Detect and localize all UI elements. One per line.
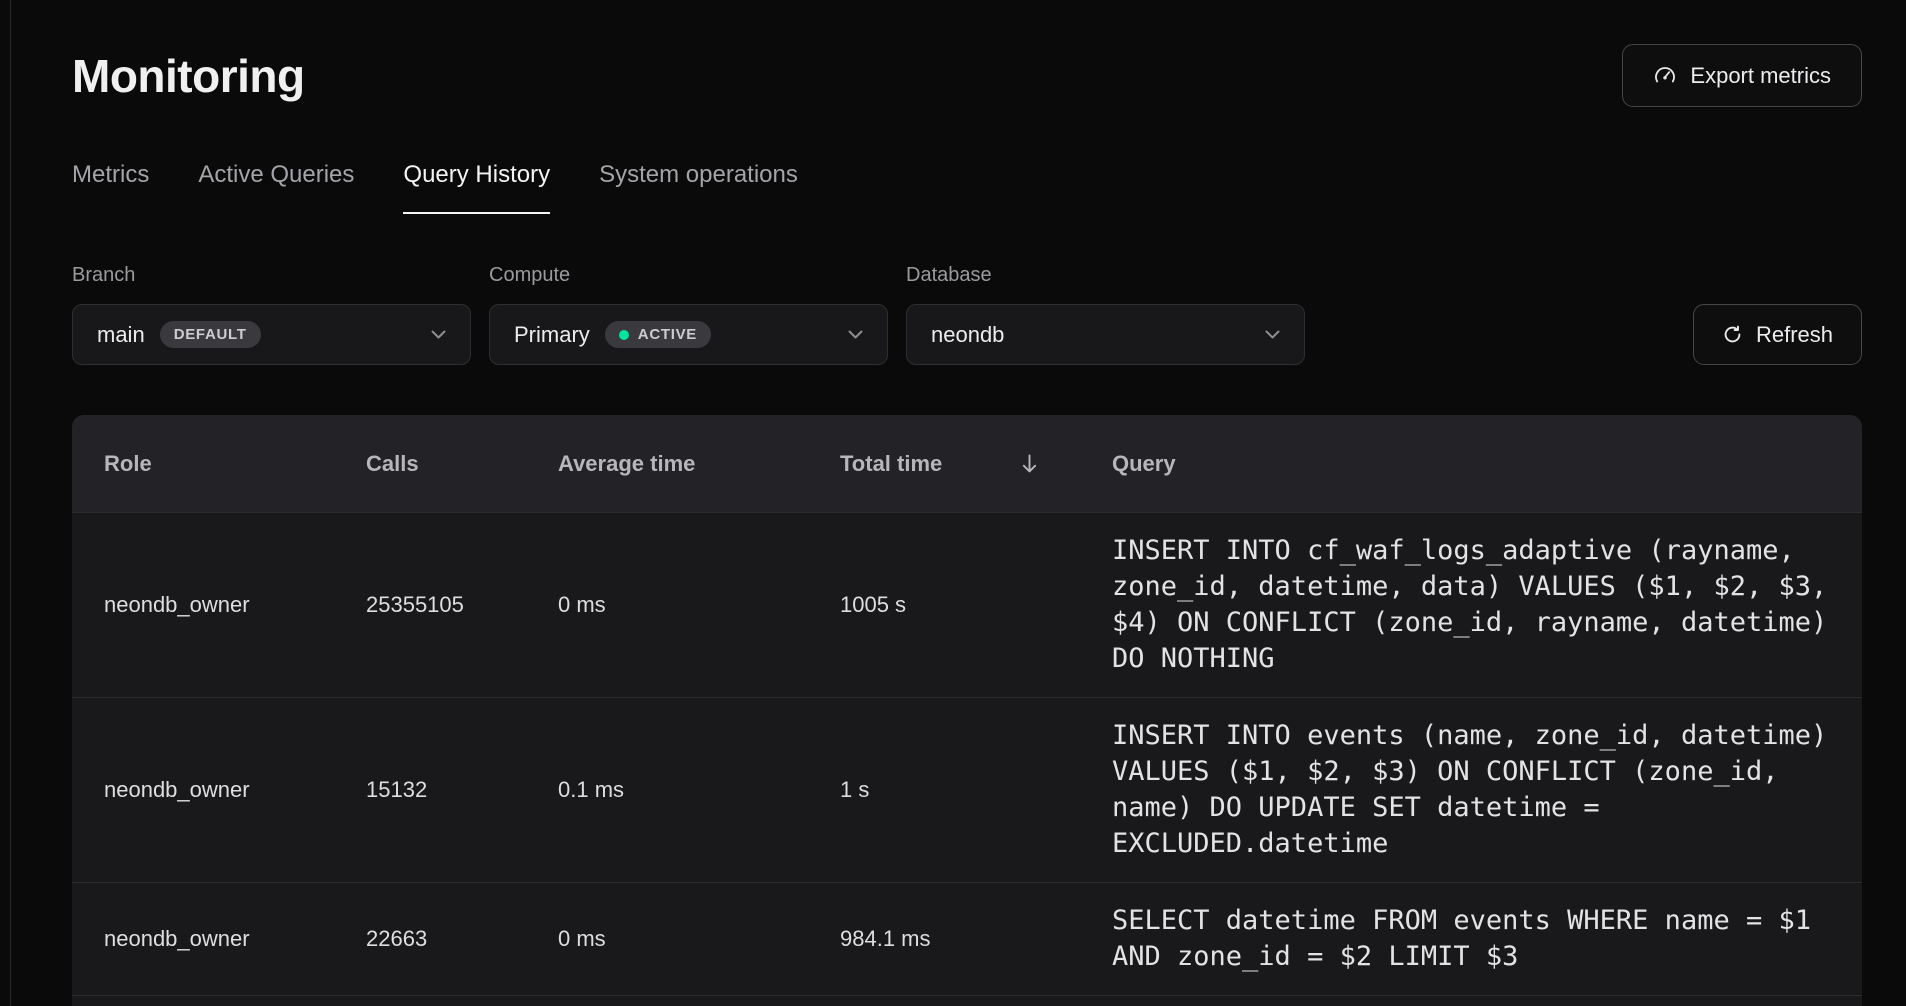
tab-system-operations[interactable]: System operations (599, 161, 798, 214)
cell-calls: 22663 (366, 926, 558, 952)
tab-query-history[interactable]: Query History (403, 161, 550, 214)
table-body: neondb_owner 25355105 0 ms 1005 s INSERT… (72, 512, 1862, 995)
table-header-row: Role Calls Average time Total time Query (72, 415, 1862, 512)
table-row[interactable]: neondb_owner 15132 0.1 ms 1 s INSERT INT… (72, 697, 1862, 882)
branch-select[interactable]: main DEFAULT (72, 304, 471, 365)
export-metrics-button[interactable]: Export metrics (1622, 44, 1862, 107)
branch-label: Branch (72, 264, 471, 287)
database-filter: Database neondb (906, 264, 1305, 365)
sort-desc-icon[interactable] (1020, 453, 1039, 474)
default-badge: DEFAULT (160, 321, 261, 348)
filter-bar: Branch main DEFAULT Compute Primary (72, 264, 1862, 365)
cell-calls: 15132 (366, 777, 558, 803)
page-title: Monitoring (72, 49, 305, 103)
cell-role: neondb_owner (104, 592, 366, 618)
cell-average-time: 0.1 ms (558, 777, 840, 803)
refresh-icon (1722, 324, 1743, 345)
branch-value: main (97, 322, 145, 348)
branch-filter: Branch main DEFAULT (72, 264, 471, 365)
compute-value: Primary (514, 322, 590, 348)
gauge-icon (1653, 64, 1677, 88)
compute-filter: Compute Primary ACTIVE (489, 264, 888, 365)
compute-label: Compute (489, 264, 888, 287)
database-label: Database (906, 264, 1305, 287)
next-row-partial (72, 995, 1862, 1006)
cell-average-time: 0 ms (558, 592, 840, 618)
cell-total-time: 984.1 ms (840, 926, 1112, 952)
table-row[interactable]: neondb_owner 22663 0 ms 984.1 ms SELECT … (72, 882, 1862, 995)
query-history-table: Role Calls Average time Total time Query… (72, 415, 1862, 1006)
compute-select[interactable]: Primary ACTIVE (489, 304, 888, 365)
refresh-button[interactable]: Refresh (1693, 304, 1862, 365)
cell-query: SELECT datetime FROM events WHERE name =… (1112, 903, 1840, 975)
column-header-role[interactable]: Role (104, 451, 366, 477)
cell-role: neondb_owner (104, 926, 366, 952)
chevron-down-icon (431, 330, 446, 339)
database-select[interactable]: neondb (906, 304, 1305, 365)
active-badge: ACTIVE (605, 321, 711, 348)
cell-average-time: 0 ms (558, 926, 840, 952)
column-header-total-time[interactable]: Total time (840, 451, 1112, 477)
refresh-label: Refresh (1756, 322, 1833, 348)
column-header-query[interactable]: Query (1112, 451, 1840, 477)
cell-total-time: 1 s (840, 777, 1112, 803)
cell-role: neondb_owner (104, 777, 366, 803)
export-metrics-label: Export metrics (1690, 63, 1831, 89)
tab-bar: Metrics Active Queries Query History Sys… (72, 161, 1862, 214)
monitoring-page: Monitoring Export metrics Metrics Active… (10, 0, 1906, 1006)
cell-calls: 25355105 (366, 592, 558, 618)
active-status-dot (619, 330, 629, 340)
tab-metrics[interactable]: Metrics (72, 161, 149, 214)
cell-query: INSERT INTO cf_waf_logs_adaptive (raynam… (1112, 533, 1840, 677)
database-value: neondb (931, 322, 1004, 348)
tab-active-queries[interactable]: Active Queries (198, 161, 354, 214)
column-header-calls[interactable]: Calls (366, 451, 558, 477)
chevron-down-icon (848, 330, 863, 339)
column-header-average-time[interactable]: Average time (558, 451, 840, 477)
cell-total-time: 1005 s (840, 592, 1112, 618)
cell-query: INSERT INTO events (name, zone_id, datet… (1112, 718, 1840, 862)
top-bar: Monitoring Export metrics (72, 44, 1862, 107)
table-row[interactable]: neondb_owner 25355105 0 ms 1005 s INSERT… (72, 512, 1862, 697)
chevron-down-icon (1265, 330, 1280, 339)
